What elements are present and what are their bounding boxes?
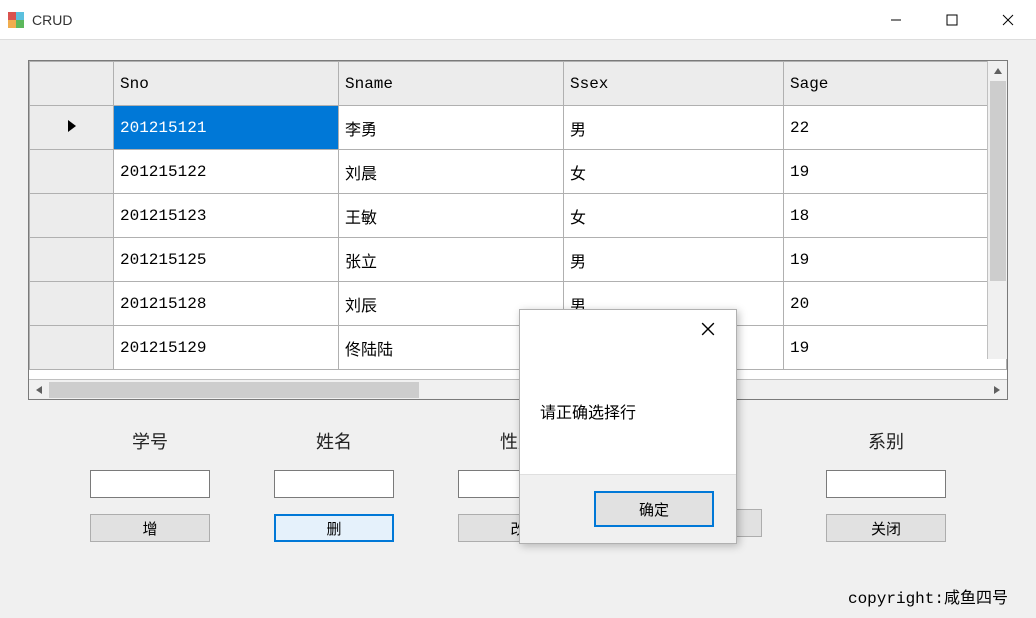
cell-ssex[interactable]: 女 bbox=[564, 194, 784, 238]
content-area: Sno Sname Ssex Sage 201215121李勇男22201215… bbox=[0, 40, 1036, 542]
cell-sno[interactable]: 201215129 bbox=[114, 326, 339, 370]
window-title: CRUD bbox=[32, 12, 72, 28]
col-sname: 姓名 删 bbox=[242, 428, 426, 542]
row-header[interactable] bbox=[30, 282, 114, 326]
input-sname[interactable] bbox=[274, 470, 394, 498]
row-header[interactable] bbox=[30, 150, 114, 194]
label-sdept: 系别 bbox=[868, 428, 904, 454]
column-header-sage[interactable]: Sage bbox=[784, 62, 1007, 106]
cell-sname[interactable]: 李勇 bbox=[339, 106, 564, 150]
cell-sname[interactable]: 刘晨 bbox=[339, 150, 564, 194]
cell-sage[interactable]: 18 bbox=[784, 194, 1007, 238]
add-button[interactable]: 增 bbox=[90, 514, 210, 542]
close-form-button[interactable]: 关闭 bbox=[826, 514, 946, 542]
maximize-button[interactable] bbox=[924, 0, 980, 40]
close-button[interactable] bbox=[980, 0, 1036, 40]
cell-ssex[interactable]: 男 bbox=[564, 238, 784, 282]
cell-sname[interactable]: 王敏 bbox=[339, 194, 564, 238]
minimize-button[interactable] bbox=[868, 0, 924, 40]
col-sno: 学号 增 bbox=[58, 428, 242, 542]
cell-sage[interactable]: 19 bbox=[784, 326, 1007, 370]
msgbox-ok-button[interactable]: 确定 bbox=[594, 491, 714, 527]
cell-sage[interactable]: 19 bbox=[784, 238, 1007, 282]
current-row-indicator-icon bbox=[68, 120, 76, 132]
cell-sage[interactable]: 19 bbox=[784, 150, 1007, 194]
vertical-scroll-thumb[interactable] bbox=[990, 81, 1006, 281]
table-row[interactable]: 201215125张立男19 bbox=[30, 238, 1007, 282]
horizontal-scroll-thumb[interactable] bbox=[49, 382, 419, 398]
message-box: 请正确选择行 确定 bbox=[519, 309, 737, 544]
scroll-up-arrow[interactable] bbox=[988, 61, 1007, 81]
cell-ssex[interactable]: 男 bbox=[564, 106, 784, 150]
row-header-corner bbox=[30, 62, 114, 106]
delete-button[interactable]: 删 bbox=[274, 514, 394, 542]
msgbox-message: 请正确选择行 bbox=[520, 348, 736, 474]
table-row[interactable]: 201215129佟陆陆19 bbox=[30, 326, 1007, 370]
scroll-left-arrow[interactable] bbox=[29, 380, 49, 400]
grid-header-row: Sno Sname Ssex Sage bbox=[30, 62, 1007, 106]
label-sno: 学号 bbox=[132, 428, 168, 454]
window-controls bbox=[868, 0, 1036, 40]
label-sname: 姓名 bbox=[316, 428, 352, 454]
cell-sno[interactable]: 201215125 bbox=[114, 238, 339, 282]
cell-ssex[interactable]: 女 bbox=[564, 150, 784, 194]
cell-sno[interactable]: 201215123 bbox=[114, 194, 339, 238]
cell-sno[interactable]: 201215122 bbox=[114, 150, 339, 194]
row-header[interactable] bbox=[30, 106, 114, 150]
input-sno[interactable] bbox=[90, 470, 210, 498]
cell-sage[interactable]: 22 bbox=[784, 106, 1007, 150]
cell-sno[interactable]: 201215121 bbox=[114, 106, 339, 150]
form-row: 学号 增 姓名 删 性别 改 查 系别 关闭 bbox=[28, 428, 1008, 542]
cell-sname[interactable]: 张立 bbox=[339, 238, 564, 282]
data-grid[interactable]: Sno Sname Ssex Sage 201215121李勇男22201215… bbox=[28, 60, 1008, 400]
horizontal-scrollbar[interactable] bbox=[29, 379, 1007, 399]
vertical-scrollbar[interactable] bbox=[987, 61, 1007, 359]
table-row[interactable]: 201215122刘晨女19 bbox=[30, 150, 1007, 194]
column-header-sno[interactable]: Sno bbox=[114, 62, 339, 106]
column-header-ssex[interactable]: Ssex bbox=[564, 62, 784, 106]
column-header-sname[interactable]: Sname bbox=[339, 62, 564, 106]
msgbox-titlebar bbox=[520, 310, 736, 348]
row-header[interactable] bbox=[30, 238, 114, 282]
table-row[interactable]: 201215121李勇男22 bbox=[30, 106, 1007, 150]
msgbox-close-button[interactable] bbox=[688, 314, 728, 344]
row-header[interactable] bbox=[30, 326, 114, 370]
cell-sage[interactable]: 20 bbox=[784, 282, 1007, 326]
msgbox-footer: 确定 bbox=[520, 474, 736, 543]
table-row[interactable]: 201215123王敏女18 bbox=[30, 194, 1007, 238]
input-sdept[interactable] bbox=[826, 470, 946, 498]
app-icon bbox=[8, 12, 24, 28]
table-row[interactable]: 201215128刘辰男20 bbox=[30, 282, 1007, 326]
row-header[interactable] bbox=[30, 194, 114, 238]
scroll-right-arrow[interactable] bbox=[987, 380, 1007, 400]
title-bar: CRUD bbox=[0, 0, 1036, 40]
col-sdept: 系别 关闭 bbox=[794, 428, 978, 542]
copyright-text: copyright:咸鱼四号 bbox=[848, 584, 1008, 608]
cell-sno[interactable]: 201215128 bbox=[114, 282, 339, 326]
